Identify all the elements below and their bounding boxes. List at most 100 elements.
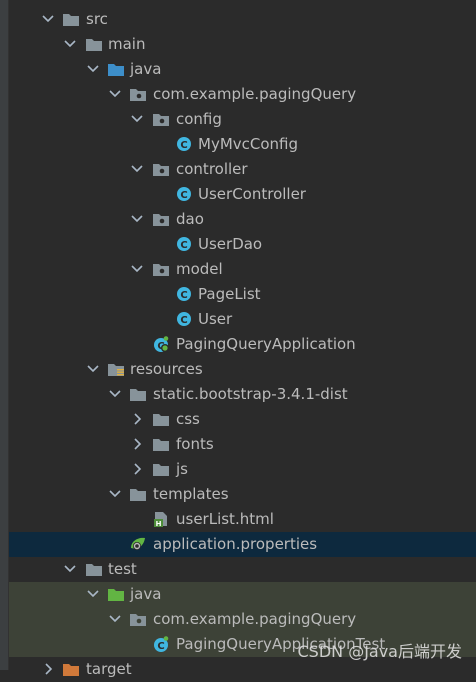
tree-node-model[interactable]: model: [9, 257, 476, 282]
package-icon: [153, 214, 169, 226]
chevron-down-icon[interactable]: [129, 161, 145, 177]
folder-icon: [153, 414, 169, 426]
tree-node-label: UserDao: [198, 235, 263, 253]
tree-node-label: templates: [153, 485, 229, 503]
tree-node-userdao[interactable]: C UserDao: [9, 232, 476, 257]
test-source-folder-icon: [108, 589, 124, 601]
tree-node-static-bootstrap[interactable]: static.bootstrap-3.4.1-dist: [9, 382, 476, 407]
folder-icon: [86, 564, 102, 576]
tree-node-label: application.properties: [153, 535, 318, 553]
left-tool-strip: [0, 0, 9, 670]
tree-node-application-properties[interactable]: application.properties: [9, 532, 476, 557]
tree-node-config[interactable]: config: [9, 107, 476, 132]
tree-node-pagingqueryapplication[interactable]: C PagingQueryApplication: [9, 332, 476, 357]
svg-text:C: C: [157, 641, 164, 652]
chevron-right-icon[interactable]: [129, 436, 145, 452]
spring-boot-class-icon: C: [154, 636, 169, 652]
structure-tool-tab[interactable]: [0, 598, 9, 628]
chevron-down-icon[interactable]: [62, 36, 78, 52]
folder-icon: [130, 389, 146, 401]
tree-node-label: static.bootstrap-3.4.1-dist: [153, 385, 348, 403]
class-icon: C: [177, 312, 191, 326]
tree-node-usercontroller[interactable]: C UserController: [9, 182, 476, 207]
tree-node-label: model: [176, 260, 223, 278]
chevron-down-icon[interactable]: [40, 11, 56, 27]
resources-folder-icon: [108, 364, 124, 376]
tree-node-java-source[interactable]: java: [9, 57, 476, 82]
class-icon: C: [177, 137, 191, 151]
tree-node-label: java: [130, 585, 162, 603]
chevron-right-icon[interactable]: [40, 661, 56, 677]
folder-icon: [63, 14, 79, 26]
class-icon: C: [177, 187, 191, 201]
chevron-down-icon[interactable]: [85, 586, 101, 602]
tree-node-label: test: [108, 560, 137, 578]
tree-node-main[interactable]: main: [9, 32, 476, 57]
tree-node-src[interactable]: src: [9, 7, 476, 32]
html-file-icon: H: [154, 512, 167, 527]
tree-node-pagelist[interactable]: C PageList: [9, 282, 476, 307]
tree-node-resources[interactable]: resources: [9, 357, 476, 382]
chevron-down-icon[interactable]: [129, 211, 145, 227]
tree-node-userlist-html[interactable]: H userList.html: [9, 507, 476, 532]
tree-node-label: UserController: [198, 185, 306, 203]
svg-text:C: C: [180, 190, 187, 201]
tree-node-label: MyMvcConfig: [198, 135, 299, 153]
tree-node-templates[interactable]: templates: [9, 482, 476, 507]
chevron-down-icon[interactable]: [62, 561, 78, 577]
tree-node-css[interactable]: css: [9, 407, 476, 432]
tree-node-test[interactable]: test: [9, 557, 476, 582]
tree-node-fonts[interactable]: fonts: [9, 432, 476, 457]
spring-boot-class-icon: C: [154, 336, 169, 352]
tree-node-user[interactable]: C User: [9, 307, 476, 332]
svg-text:C: C: [180, 140, 187, 151]
chevron-down-icon[interactable]: [107, 86, 123, 102]
chevron-down-icon[interactable]: [107, 611, 123, 627]
chevron-down-icon[interactable]: [129, 111, 145, 127]
tree-node-label: resources: [130, 360, 203, 378]
tree-node-label: css: [176, 410, 200, 428]
tree-node-java-test[interactable]: java: [9, 582, 476, 607]
tree-node-label: controller: [176, 160, 248, 178]
class-icon: C: [177, 287, 191, 301]
svg-text:C: C: [180, 315, 187, 326]
folder-icon: [153, 439, 169, 451]
tree-node-label: userList.html: [176, 510, 274, 528]
folder-icon: [86, 39, 102, 51]
package-icon: [130, 89, 146, 101]
project-tree: src main java com.example.pagingQuery co…: [9, 0, 476, 678]
svg-text:H: H: [156, 520, 162, 527]
spring-properties-icon: [131, 537, 145, 550]
tree-node-js[interactable]: js: [9, 457, 476, 482]
chevron-down-icon[interactable]: [107, 486, 123, 502]
chevron-down-icon[interactable]: [129, 261, 145, 277]
package-icon: [153, 164, 169, 176]
svg-text:C: C: [180, 290, 187, 301]
tree-node-package-main[interactable]: com.example.pagingQuery: [9, 82, 476, 107]
tree-node-label: User: [198, 310, 233, 328]
chevron-down-icon[interactable]: [85, 361, 101, 377]
tree-node-controller[interactable]: controller: [9, 157, 476, 182]
chevron-down-icon[interactable]: [107, 386, 123, 402]
tree-node-label: main: [108, 35, 146, 53]
tree-node-label: PagingQueryApplication: [176, 335, 356, 353]
package-icon: [153, 264, 169, 276]
chevron-right-icon[interactable]: [129, 411, 145, 427]
tree-node-label: js: [176, 460, 188, 478]
tree-node-label: config: [176, 110, 222, 128]
class-icon: C: [177, 237, 191, 251]
tree-node-mymvcconfig[interactable]: C MyMvcConfig: [9, 132, 476, 157]
tree-node-label: PageList: [198, 285, 261, 303]
tree-node-dao[interactable]: dao: [9, 207, 476, 232]
tree-node-label: fonts: [176, 435, 214, 453]
tree-node-label: target: [86, 660, 132, 678]
tree-node-label: dao: [176, 210, 204, 228]
package-icon: [153, 114, 169, 126]
csdn-watermark: CSDN @Java后端开发: [297, 642, 462, 661]
tree-node-label: com.example.pagingQuery: [153, 85, 357, 103]
tree-node-package-test[interactable]: com.example.pagingQuery: [9, 607, 476, 632]
tree-node-label: com.example.pagingQuery: [153, 610, 357, 628]
tree-node-label: java: [130, 60, 162, 78]
chevron-down-icon[interactable]: [85, 61, 101, 77]
chevron-right-icon[interactable]: [129, 461, 145, 477]
